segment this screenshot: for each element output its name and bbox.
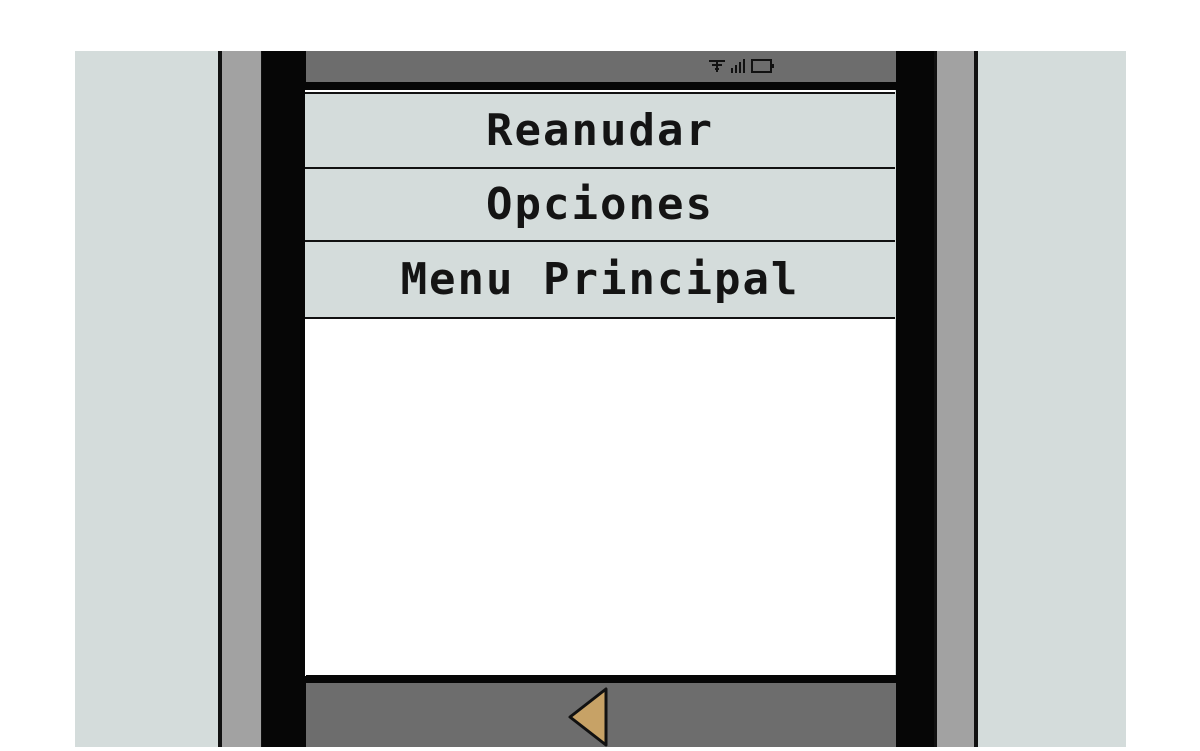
bezel-left-inner	[262, 51, 306, 747]
navigation-bar	[306, 683, 896, 747]
back-button[interactable]	[566, 687, 616, 747]
status-icons	[709, 57, 775, 75]
nav-bar-divider	[306, 675, 896, 683]
options-button[interactable]: Opciones	[305, 169, 895, 242]
main-menu-button[interactable]: Menu Principal	[305, 242, 895, 319]
wifi-icon	[709, 60, 725, 72]
bezel-right-outer	[934, 51, 978, 747]
bezel-right-inner	[896, 51, 936, 747]
back-triangle-icon	[568, 687, 608, 747]
status-bar	[306, 51, 896, 82]
bezel-left-outer	[218, 51, 264, 747]
battery-icon	[751, 59, 774, 73]
status-bar-divider	[306, 82, 896, 90]
resume-button[interactable]: Reanudar	[305, 92, 895, 169]
signal-icon	[731, 59, 745, 73]
pause-menu: Reanudar Opciones Menu Principal	[305, 90, 895, 676]
